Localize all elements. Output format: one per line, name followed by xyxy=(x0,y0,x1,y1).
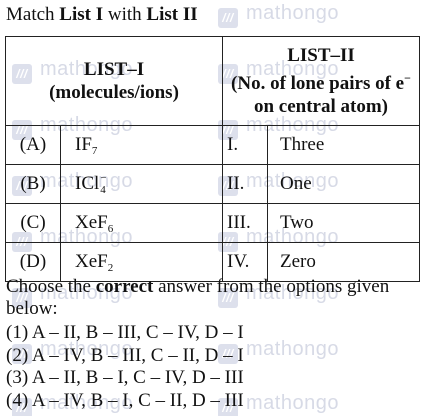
mathongo-logo-icon: /// xyxy=(218,8,238,28)
list2-subtitle-line1: (No. of lone pairs of e− xyxy=(231,71,411,94)
answer-option-4[interactable]: (4) A – IV, B – I, C – II, D – III xyxy=(6,390,244,413)
answer-option-3[interactable]: (3) A – II, B – I, C – IV, D – III xyxy=(6,367,244,390)
answer-option-1[interactable]: (1) A – II, B – III, C – IV, D – I xyxy=(6,322,244,345)
molecule-cell: IF7 xyxy=(60,125,223,165)
question-list2: List II xyxy=(146,4,198,25)
row-label: (C) xyxy=(5,203,61,243)
molecule-cell: XeF6 xyxy=(60,203,223,243)
list1-header: LIST–I (molecules/ions) xyxy=(5,36,223,126)
instruction-text: Choose the correct answer from the optio… xyxy=(6,276,390,319)
question-mid: with xyxy=(103,4,147,25)
question-prefix: Match xyxy=(6,4,60,25)
list2-title: LIST–II xyxy=(287,45,355,66)
answer-option-2[interactable]: (2) A – IV, B – III, C – II, D – I xyxy=(6,345,244,368)
table-row: (A) IF7 I. Three xyxy=(5,125,420,165)
list1-subtitle: (molecules/ions) xyxy=(49,82,179,103)
watermark: ///mathongo xyxy=(218,2,339,28)
molecule-cell: ICl −4 xyxy=(60,164,223,204)
question-text: Match List I with List II xyxy=(6,4,198,26)
list2-subtitle-line2: on central atom) xyxy=(253,96,389,117)
row-label: (B) xyxy=(5,164,61,204)
list2-header: LIST–II (No. of lone pairs of e− on cent… xyxy=(222,36,420,126)
table-row: (B) ICl −4 II. One xyxy=(5,164,420,204)
answer-options: (1) A – II, B – III, C – IV, D – I (2) A… xyxy=(6,322,244,412)
table-header-row: LIST–I (molecules/ions) LIST–II (No. of … xyxy=(5,36,420,126)
roman-numeral: II. xyxy=(222,164,268,204)
table-row: (C) XeF6 III. Two xyxy=(5,203,420,243)
lone-pair-value: One xyxy=(267,164,420,204)
lone-pair-value: Two xyxy=(267,203,420,243)
row-label: (A) xyxy=(5,125,61,165)
question-list1: List I xyxy=(59,4,104,25)
roman-numeral: I. xyxy=(222,125,268,165)
roman-numeral: III. xyxy=(222,203,268,243)
lone-pair-value: Three xyxy=(267,125,420,165)
list1-title: LIST–I xyxy=(83,59,145,80)
match-table: LIST–I (molecules/ions) LIST–II (No. of … xyxy=(5,36,420,282)
